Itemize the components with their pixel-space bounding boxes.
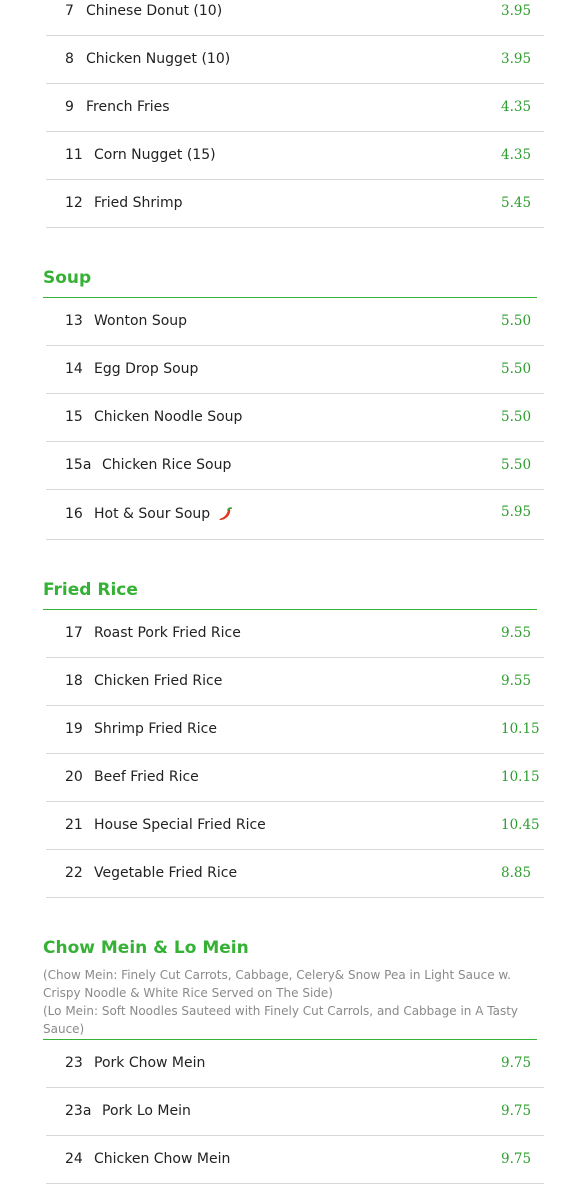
item-name: House Special Fried Rice: [94, 817, 266, 833]
item-number: 15a: [65, 457, 92, 473]
item-number: 9: [65, 99, 74, 115]
chili-pepper-icon: [219, 507, 232, 521]
menu-item-row[interactable]: 7 Chinese Donut (10) 3.95: [46, 0, 544, 36]
menu-item-row[interactable]: 23a Pork Lo Mein 9.75: [46, 1087, 544, 1136]
menu-item-row[interactable]: 24 Chicken Chow Mein 9.75: [46, 1135, 544, 1184]
item-price: 10.15: [501, 721, 540, 737]
item-number: 12: [65, 195, 83, 211]
item-price: 5.45: [501, 195, 532, 211]
menu-item-row[interactable]: 15 Chicken Noodle Soup 5.50: [46, 393, 544, 442]
menu-item-row[interactable]: 13 Wonton Soup 5.50: [46, 297, 544, 346]
item-name: Pork Chow Mein: [94, 1055, 206, 1071]
section-title-soup: Soup: [43, 268, 92, 288]
section-title-chow-mein: Chow Mein & Lo Mein: [43, 938, 249, 958]
menu-item-row[interactable]: 17 Roast Pork Fried Rice 9.55: [46, 609, 544, 658]
item-name: Egg Drop Soup: [94, 361, 199, 377]
item-price: 5.50: [501, 313, 532, 329]
item-number: 19: [65, 721, 83, 737]
item-name: French Fries: [86, 99, 170, 115]
item-number: 16: [65, 506, 83, 522]
item-number: 18: [65, 673, 83, 689]
item-number: 22: [65, 865, 83, 881]
item-price: 10.45: [501, 817, 540, 833]
item-name: Shrimp Fried Rice: [94, 721, 217, 737]
item-name: Chicken Rice Soup: [102, 457, 232, 473]
menu-item-row[interactable]: 15a Chicken Rice Soup 5.50: [46, 441, 544, 490]
item-price: 5.95: [501, 504, 532, 520]
item-price: 5.50: [501, 361, 532, 377]
section-note-lo-mein: (Lo Mein: Soft Noodles Sauteed with Fine…: [43, 1004, 518, 1036]
item-name: Wonton Soup: [94, 313, 188, 329]
item-price: 4.35: [501, 99, 532, 115]
item-price: 3.95: [501, 51, 532, 67]
item-number: 23a: [65, 1103, 92, 1119]
item-price: 9.55: [501, 625, 532, 641]
item-number: 14: [65, 361, 83, 377]
menu-item-row[interactable]: 19 Shrimp Fried Rice 10.15: [46, 705, 544, 754]
item-price: 10.15: [501, 769, 540, 785]
item-price: 9.55: [501, 673, 532, 689]
item-name: Beef Fried Rice: [94, 769, 199, 785]
item-number: 23: [65, 1055, 83, 1071]
item-price: 9.75: [501, 1151, 532, 1167]
section-title-fried-rice: Fried Rice: [43, 580, 138, 600]
item-name: Fried Shrimp: [94, 195, 183, 211]
item-name: Chicken Fried Rice: [94, 673, 223, 689]
item-name: Chicken Chow Mein: [94, 1151, 231, 1167]
item-price: 9.75: [501, 1055, 532, 1071]
item-name: Chicken Nugget (10): [86, 51, 231, 67]
item-name: Vegetable Fried Rice: [94, 865, 238, 881]
item-number: 15: [65, 409, 83, 425]
menu-item-row[interactable]: 9 French Fries 4.35: [46, 83, 544, 132]
item-name: Pork Lo Mein: [102, 1103, 191, 1119]
item-number: 11: [65, 147, 83, 163]
item-number: 13: [65, 313, 83, 329]
item-price: 5.50: [501, 457, 532, 473]
item-name: Roast Pork Fried Rice: [94, 625, 241, 641]
menu-item-row[interactable]: 21 House Special Fried Rice 10.45: [46, 801, 544, 850]
menu-item-row[interactable]: 23 Pork Chow Mein 9.75: [46, 1039, 544, 1088]
menu-item-row[interactable]: 20 Beef Fried Rice 10.15: [46, 753, 544, 802]
item-name: Hot & Sour Soup: [94, 506, 211, 522]
item-number: 24: [65, 1151, 83, 1167]
item-name: Chinese Donut (10): [86, 3, 223, 19]
menu-item-row[interactable]: 18 Chicken Fried Rice 9.55: [46, 657, 544, 706]
item-price: 5.50: [501, 409, 532, 425]
item-price: 9.75: [501, 1103, 532, 1119]
item-name: Corn Nugget (15): [94, 147, 216, 163]
menu-item-row[interactable]: 22 Vegetable Fried Rice 8.85: [46, 849, 544, 898]
item-price: 8.85: [501, 865, 532, 881]
item-price: 3.95: [501, 3, 532, 19]
item-number: 21: [65, 817, 83, 833]
menu-item-row[interactable]: 14 Egg Drop Soup 5.50: [46, 345, 544, 394]
item-name: Chicken Noodle Soup: [94, 409, 243, 425]
item-number: 20: [65, 769, 83, 785]
item-price: 4.35: [501, 147, 532, 163]
menu-item-row[interactable]: 11 Corn Nugget (15) 4.35: [46, 131, 544, 180]
menu-item-row[interactable]: 8 Chicken Nugget (10) 3.95: [46, 35, 544, 84]
menu-item-row[interactable]: 16 Hot & Sour Soup 5.95: [46, 489, 544, 540]
section-note-chow-mein: (Chow Mein: Finely Cut Carrots, Cabbage,…: [43, 968, 511, 1000]
item-number: 7: [65, 3, 74, 19]
menu-item-row[interactable]: 12 Fried Shrimp 5.45: [46, 179, 544, 228]
item-number: 8: [65, 51, 74, 67]
item-number: 17: [65, 625, 83, 641]
